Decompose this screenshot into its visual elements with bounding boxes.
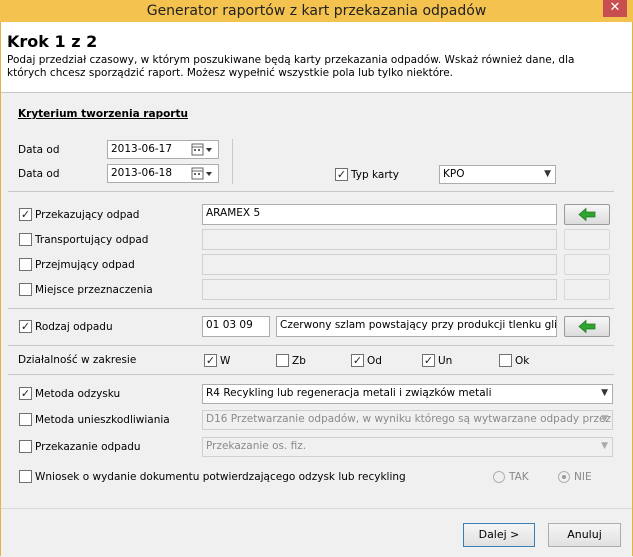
divider <box>8 308 614 309</box>
close-button[interactable]: ✕ <box>603 0 627 17</box>
party-carrier-label: Transportujący odpad <box>35 234 149 246</box>
activity-label: Działalność w zakresie <box>18 354 137 366</box>
party-sender-label: Przekazujący odpad <box>35 209 140 221</box>
chevron-down-icon: ▼ <box>601 414 608 424</box>
party-destination-field[interactable] <box>202 279 557 300</box>
chevron-down-icon: ▼ <box>601 441 608 451</box>
activity-w-label: W <box>220 355 231 367</box>
divider <box>8 345 614 346</box>
request-no-radio[interactable] <box>558 471 570 483</box>
vertical-divider <box>232 139 233 184</box>
request-yes-label: TAK <box>509 471 529 483</box>
card-type-checkbox[interactable]: ✓ <box>335 168 348 181</box>
check-icon: ✓ <box>20 320 31 333</box>
disposal-method-label: Metoda unieszkodliwiania <box>35 414 170 426</box>
waste-code-value: 01 03 09 <box>206 319 253 331</box>
party-carrier-pick-button[interactable] <box>564 229 610 250</box>
chevron-down-icon: ▼ <box>544 169 551 179</box>
party-receiver-field[interactable] <box>202 254 557 275</box>
date-from-label: Data od <box>18 144 60 156</box>
party-destination-checkbox[interactable] <box>19 283 32 296</box>
request-label: Wniosek o wydanie dokumentu potwierdzają… <box>35 471 406 483</box>
section-title: Kryterium tworzenia raportu <box>18 108 188 120</box>
divider <box>8 191 614 192</box>
party-sender-field[interactable]: ARAMEX 5 <box>202 204 557 225</box>
step-description: Podaj przedział czasowy, w którym poszuk… <box>7 54 575 79</box>
party-sender-checkbox[interactable]: ✓ <box>19 208 32 221</box>
card-type-label: Typ karty <box>351 169 399 181</box>
button-bar <box>1 508 632 556</box>
party-destination-pick-button[interactable] <box>564 279 610 300</box>
radio-dot <box>562 475 566 479</box>
party-receiver-pick-button[interactable] <box>564 254 610 275</box>
disposal-method-select[interactable]: D16 Przetwarzanie odpadów, w wyniku któr… <box>202 410 613 430</box>
activity-zb-checkbox[interactable] <box>276 354 289 367</box>
date-to-label: Data od <box>18 168 60 180</box>
activity-un-checkbox[interactable]: ✓ <box>422 354 435 367</box>
recovery-method-checkbox[interactable]: ✓ <box>19 387 32 400</box>
card-type-select[interactable]: KPO ▼ <box>439 165 556 184</box>
check-icon: ✓ <box>336 168 347 181</box>
date-to-value: 2013-06-18 <box>111 167 173 179</box>
request-yes-radio[interactable] <box>493 471 505 483</box>
recovery-method-label: Metoda odzysku <box>35 388 121 400</box>
party-carrier-checkbox[interactable] <box>19 233 32 246</box>
window-title: Generator raportów z kart przekazania od… <box>146 3 487 19</box>
waste-description-field[interactable]: Czerwony szlam powstający przy produkcji… <box>276 316 557 337</box>
calendar-icon[interactable] <box>191 167 215 180</box>
activity-un-label: Un <box>438 355 453 367</box>
party-sender-pick-button[interactable] <box>564 204 610 225</box>
divider <box>8 374 614 375</box>
transfer-checkbox[interactable] <box>19 440 32 453</box>
waste-type-checkbox[interactable]: ✓ <box>19 320 32 333</box>
request-no-label: NIE <box>574 471 592 483</box>
waste-type-pick-button[interactable] <box>564 316 610 337</box>
date-to-field[interactable]: 2013-06-18 <box>107 164 219 183</box>
transfer-select[interactable]: Przekazanie os. fiz. ▼ <box>202 437 613 457</box>
waste-code-field[interactable]: 01 03 09 <box>202 316 270 337</box>
arrow-left-icon <box>578 319 596 334</box>
arrow-left-icon <box>578 207 596 222</box>
date-from-field[interactable]: 2013-06-17 <box>107 140 219 159</box>
check-icon: ✓ <box>423 354 434 367</box>
step-title: Krok 1 z 2 <box>7 32 98 51</box>
activity-zb-label: Zb <box>292 355 306 367</box>
request-checkbox[interactable] <box>19 470 32 483</box>
card-type-value: KPO <box>443 168 465 180</box>
party-carrier-field[interactable] <box>202 229 557 250</box>
check-icon: ✓ <box>20 387 31 400</box>
party-sender-value: ARAMEX 5 <box>206 207 261 219</box>
transfer-label: Przekazanie odpadu <box>35 441 141 453</box>
party-receiver-label: Przejmujący odpad <box>35 259 135 271</box>
activity-ok-checkbox[interactable] <box>499 354 512 367</box>
activity-w-checkbox[interactable]: ✓ <box>204 354 217 367</box>
check-icon: ✓ <box>352 354 363 367</box>
disposal-method-value: D16 Przetwarzanie odpadów, w wyniku któr… <box>206 413 613 425</box>
next-button[interactable]: Dalej > <box>463 523 535 547</box>
activity-ok-label: Ok <box>515 355 530 367</box>
party-destination-label: Miejsce przeznaczenia <box>35 284 153 296</box>
chevron-down-icon: ▼ <box>601 388 608 398</box>
recovery-method-value: R4 Recykling lub regeneracja metali i zw… <box>206 387 492 399</box>
activity-od-checkbox[interactable]: ✓ <box>351 354 364 367</box>
cancel-button[interactable]: Anuluj <box>548 523 621 547</box>
waste-type-label: Rodzaj odpadu <box>35 321 113 333</box>
check-icon: ✓ <box>20 208 31 221</box>
recovery-method-select[interactable]: R4 Recykling lub regeneracja metali i zw… <box>202 384 613 404</box>
disposal-method-checkbox[interactable] <box>19 413 32 426</box>
transfer-value: Przekazanie os. fiz. <box>206 440 307 452</box>
calendar-icon[interactable] <box>191 143 215 156</box>
date-from-value: 2013-06-17 <box>111 143 173 155</box>
activity-od-label: Od <box>367 355 382 367</box>
waste-description-value: Czerwony szlam powstający przy produkcji… <box>280 319 557 331</box>
party-receiver-checkbox[interactable] <box>19 258 32 271</box>
check-icon: ✓ <box>205 354 216 367</box>
